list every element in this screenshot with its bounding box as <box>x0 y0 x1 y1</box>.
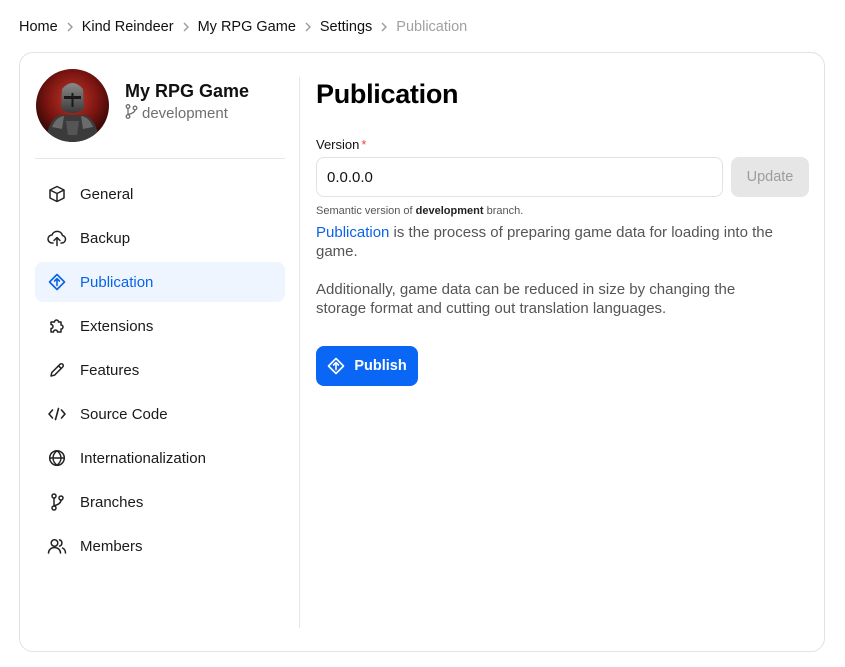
project-avatar <box>36 68 109 142</box>
sidebar-item-label: General <box>80 185 134 203</box>
breadcrumb-home[interactable]: Home <box>19 17 58 37</box>
breadcrumb-settings[interactable]: Settings <box>320 17 372 37</box>
git-branch-icon <box>125 103 142 123</box>
project-name: My RPG Game <box>125 80 250 101</box>
vertical-divider <box>299 77 300 628</box>
cloud-upload-icon <box>47 228 67 248</box>
pencil-icon <box>47 360 67 380</box>
sidebar-item-publication[interactable]: Publication <box>35 262 285 302</box>
sidebar-item-label: Extensions <box>80 317 154 335</box>
sidebar-item-internationalization[interactable]: Internationalization <box>35 438 285 478</box>
publish-button-label: Publish <box>354 358 407 374</box>
settings-card: My RPG Game development General Backup P… <box>19 52 825 652</box>
project-header: My RPG Game development <box>35 68 285 159</box>
sidebar-item-label: Backup <box>80 229 131 247</box>
settings-sidebar: My RPG Game development General Backup P… <box>35 68 285 570</box>
page-title: Publication <box>316 79 459 109</box>
version-label: Version * <box>316 137 809 152</box>
sidebar-item-members[interactable]: Members <box>35 526 285 566</box>
settings-menu: General Backup Publication Extensions Fe… <box>35 174 285 566</box>
sidebar-item-general[interactable]: General <box>35 174 285 214</box>
hint-branch: development <box>415 205 484 217</box>
sidebar-item-label: Source Code <box>80 405 168 423</box>
sidebar-item-backup[interactable]: Backup <box>35 218 285 258</box>
sidebar-item-label: Features <box>80 361 140 379</box>
sidebar-item-label: Members <box>80 537 143 555</box>
version-label-text: Version <box>316 137 360 152</box>
puzzle-icon <box>47 316 67 336</box>
update-button[interactable]: Update <box>731 157 809 197</box>
hint-prefix: Semantic version of <box>316 205 413 217</box>
sidebar-item-branches[interactable]: Branches <box>35 482 285 522</box>
breadcrumb-current: Publication <box>396 19 468 35</box>
version-hint: Semantic version of development branch. <box>316 205 809 217</box>
git-branch-icon <box>47 492 67 512</box>
breadcrumb-project[interactable]: My RPG Game <box>198 17 296 37</box>
chevron-right-icon <box>182 22 190 32</box>
project-branch[interactable]: development <box>125 103 249 123</box>
chevron-right-icon <box>380 22 388 32</box>
chevron-right-icon <box>304 22 312 32</box>
globe-icon <box>47 448 67 468</box>
users-icon <box>47 536 67 556</box>
sidebar-item-source-code[interactable]: Source Code <box>35 394 285 434</box>
sidebar-item-label: Publication <box>80 273 154 291</box>
hint-suffix: branch. <box>486 205 524 217</box>
version-row: Update <box>316 157 809 197</box>
breadcrumb: Home Kind Reindeer My RPG Game Settings … <box>19 17 467 37</box>
cube-icon <box>47 184 67 204</box>
sidebar-item-extensions[interactable]: Extensions <box>35 306 285 346</box>
project-branch-label: development <box>142 104 228 122</box>
sidebar-item-label: Branches <box>80 493 144 511</box>
publication-panel: Publication Version* Update Semantic ver… <box>316 77 809 386</box>
version-input[interactable] <box>316 157 723 197</box>
breadcrumb-organization[interactable]: Kind Reindeer <box>82 17 174 37</box>
size-reduction-description: Additionally, game data can be reduced i… <box>316 281 736 317</box>
publication-description: Publication is the process of preparing … <box>316 223 786 261</box>
sidebar-item-features[interactable]: Features <box>35 350 285 390</box>
publish-diamond-icon <box>47 272 67 292</box>
chevron-right-icon <box>66 22 74 32</box>
required-mark: * <box>361 137 367 152</box>
sidebar-item-label: Internationalization <box>80 449 206 467</box>
code-icon <box>47 404 67 424</box>
publish-button[interactable]: Publish <box>316 346 418 386</box>
publish-diamond-icon <box>327 357 345 375</box>
publication-link[interactable]: Publication <box>316 224 389 241</box>
